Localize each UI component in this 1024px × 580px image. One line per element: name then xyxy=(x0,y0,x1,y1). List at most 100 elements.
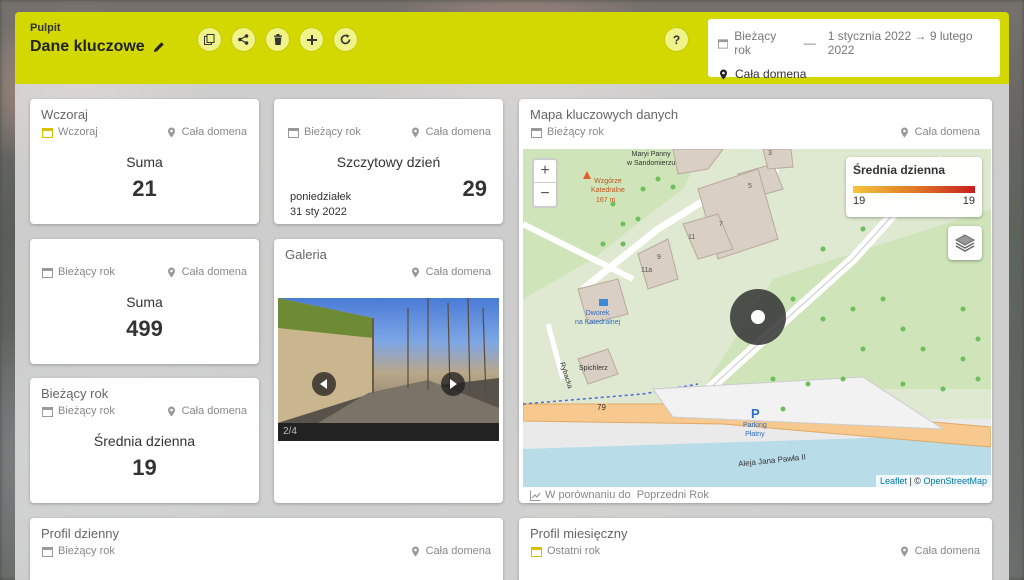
card-scope-text: Cała domena xyxy=(914,126,980,138)
range-scope: Cała domena xyxy=(735,67,807,81)
card-period: Bieżący rok xyxy=(531,126,604,138)
breadcrumb[interactable]: Pulpit xyxy=(30,22,61,34)
leaflet-map[interactable]: Maryi Panny w Sandomierzu Wzgórze Katedr… xyxy=(523,149,991,487)
card-period: Bieżący rok xyxy=(288,126,361,138)
card-period: Wczoraj xyxy=(42,126,98,138)
calendar-icon xyxy=(288,127,299,138)
map-marker-icon xyxy=(167,406,175,416)
date-range-selector[interactable]: Bieżący rok — 1 stycznia 2022 → 9 lutego… xyxy=(708,19,1000,81)
metric-value: 21 xyxy=(132,176,157,201)
metric-value: 19 xyxy=(132,455,157,480)
metric-value: 499 xyxy=(126,316,163,341)
peak-weekday: poniedziałek xyxy=(290,191,352,203)
gallery-prev-button[interactable] xyxy=(312,372,336,396)
duplicate-button[interactable] xyxy=(197,27,222,52)
zoom-out-button[interactable]: − xyxy=(534,183,556,206)
zoom-in-button[interactable]: + xyxy=(534,160,556,183)
card-scope: Cała domena xyxy=(410,126,491,138)
calendar-icon xyxy=(42,267,53,278)
copy-icon xyxy=(204,34,215,45)
calendar-icon xyxy=(42,127,53,138)
card-title: Galeria xyxy=(285,247,327,262)
card-scope: Cała domena xyxy=(166,405,247,417)
map-label-building-9: 9 xyxy=(657,254,661,261)
card-period-text: Bieżący rok xyxy=(58,545,115,557)
metric-label: Suma xyxy=(126,154,163,170)
metric-label: Suma xyxy=(126,294,163,310)
metric-label: Średnia dzienna xyxy=(93,433,196,449)
map-label-hill-height: 167 m xyxy=(596,197,616,204)
card-period: Bieżący rok xyxy=(42,545,115,557)
map-label-manor: Dworek na Katedralnej xyxy=(575,310,621,326)
calendar-icon xyxy=(718,38,729,49)
peak-date: 31 sty 2022 xyxy=(290,206,347,218)
refresh-icon xyxy=(340,34,351,45)
page-title: Dane kluczowe xyxy=(30,38,165,56)
map-parking-icon: P xyxy=(751,406,760,421)
calendar-icon xyxy=(42,406,53,417)
trash-icon xyxy=(273,34,282,45)
card-title: Profil dzienny xyxy=(41,526,120,541)
plus-icon xyxy=(306,34,317,45)
help-button[interactable]: ? xyxy=(664,27,689,52)
map-label-hill: Wzgórze Katedralne xyxy=(591,178,625,194)
card-scope-text: Cała domena xyxy=(181,405,247,417)
chevron-left-icon xyxy=(320,379,327,389)
toolbar xyxy=(197,27,358,52)
map-label-road-79: 79 xyxy=(595,403,608,412)
metric-value: 29 xyxy=(462,176,487,201)
map-label-building-3: 3 xyxy=(768,150,772,157)
card-scope-text: Cała domena xyxy=(914,545,980,557)
range-period: Bieżący rok xyxy=(734,29,777,57)
legend-min: 19 xyxy=(853,195,866,207)
map-label-church: Maryi Panny w Sandomierzu xyxy=(627,151,676,167)
map-zoom-control: + − xyxy=(532,158,558,208)
refresh-button[interactable] xyxy=(333,27,358,52)
card-period: Ostatni rok xyxy=(531,545,600,557)
map-label-building-7: 7 xyxy=(719,221,723,228)
edit-pencil-icon[interactable] xyxy=(153,41,165,53)
add-widget-button[interactable] xyxy=(299,27,324,52)
map-marker-icon xyxy=(167,127,175,137)
map-marker-icon xyxy=(167,267,175,277)
card-title: Mapa kluczowych danych xyxy=(530,107,679,122)
card-scope-text: Cała domena xyxy=(181,266,247,278)
share-button[interactable] xyxy=(231,27,256,52)
delete-button[interactable] xyxy=(265,27,290,52)
card-gallery: Galeria Cała domena 2/4 xyxy=(274,239,503,503)
card-scope-text: Cała domena xyxy=(181,126,247,138)
map-marker-icon xyxy=(411,127,419,137)
osm-link[interactable]: OpenStreetMap xyxy=(923,476,987,486)
card-scope: Cała domena xyxy=(166,126,247,138)
dashboard-header: Pulpit Dane kluczowe ? Bieżący rok — 1 s… xyxy=(15,12,1009,84)
calendar-icon xyxy=(531,546,542,557)
layers-icon xyxy=(955,234,975,252)
map-label-parking: Parking Płatny xyxy=(743,422,767,438)
chevron-right-icon xyxy=(450,379,457,389)
legend-title: Średnia dzienna xyxy=(853,163,946,177)
legend-labels: 19 19 xyxy=(853,195,975,207)
card-daily-profile: Profil dzienny Bieżący rok Cała domena xyxy=(30,518,503,580)
card-title: Bieżący rok xyxy=(41,386,109,401)
card-period-text: Wczoraj xyxy=(58,126,98,138)
card-year-average: Bieżący rok Bieżący rok Cała domena Śred… xyxy=(30,378,259,503)
card-key-data-map: Mapa kluczowych danych Bieżący rok Cała … xyxy=(519,99,992,503)
map-legend: Średnia dzienna 19 19 xyxy=(846,157,982,217)
comparison-note: W porównaniu do Poprzedni Rok xyxy=(530,489,709,501)
card-period-text: Bieżący rok xyxy=(547,126,604,138)
card-peak-day: Bieżący rok Cała domena Szczytowy dzień … xyxy=(274,99,503,224)
leaflet-link[interactable]: Leaflet xyxy=(880,476,907,486)
card-title: Profil miesięczny xyxy=(530,526,628,541)
map-marker-icon xyxy=(900,546,908,556)
comparison-text: W porównaniu do Poprzedni Rok xyxy=(545,489,709,501)
share-icon xyxy=(238,34,249,45)
range-separator: — xyxy=(803,36,816,50)
gallery-photo[interactable] xyxy=(278,298,499,423)
gallery-next-button[interactable] xyxy=(441,372,465,396)
gallery-counter: 2/4 xyxy=(278,423,499,441)
card-period-text: Bieżący rok xyxy=(304,126,361,138)
layers-button[interactable] xyxy=(948,226,982,260)
card-scope: Cała domena xyxy=(899,126,980,138)
legend-max: 19 xyxy=(962,195,975,207)
card-period-text: Ostatni rok xyxy=(547,545,601,557)
